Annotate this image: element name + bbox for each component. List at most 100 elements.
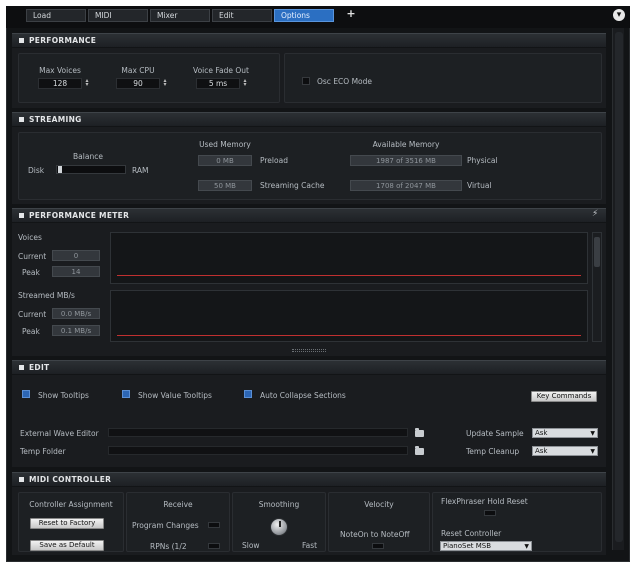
key-commands-button[interactable]: Key Commands xyxy=(531,391,597,402)
section-header-performance-meter[interactable]: PERFORMANCE METER xyxy=(12,208,606,222)
tab-midi[interactable]: MIDI xyxy=(88,9,148,22)
program-changes-toggle[interactable] xyxy=(208,522,220,528)
section-header-edit[interactable]: EDIT xyxy=(12,360,606,374)
controller-assignment-label: Controller Assignment xyxy=(29,500,113,509)
osc-eco-mode-checkbox[interactable] xyxy=(302,77,310,85)
show-tooltips-checkbox[interactable] xyxy=(22,390,30,398)
max-cpu-field[interactable]: 90 xyxy=(116,78,160,89)
tab-load[interactable]: Load xyxy=(26,9,86,22)
max-voices-spin-icon[interactable]: ▴ ▾ xyxy=(84,78,90,88)
streamed-current-label: Current xyxy=(18,310,47,319)
section-title: PERFORMANCE xyxy=(29,36,97,45)
collapse-icon[interactable] xyxy=(19,477,24,482)
note-on-to-note-off-toggle[interactable] xyxy=(372,543,384,549)
section-header-streaming[interactable]: STREAMING xyxy=(12,112,606,126)
auto-collapse-label: Auto Collapse Sections xyxy=(260,391,346,400)
voices-current-value: 0 xyxy=(52,250,100,261)
streamed-meter-line xyxy=(117,335,581,336)
add-tab-button[interactable]: + xyxy=(345,8,357,21)
virtual-memory-field: 1708 of 2047 MB xyxy=(350,180,462,191)
rpn-toggle[interactable] xyxy=(208,543,220,549)
section-title: MIDI CONTROLLER xyxy=(29,475,112,484)
streamed-current-value: 0.0 MB/s xyxy=(52,308,100,319)
preload-field[interactable]: 0 MB xyxy=(198,155,252,166)
virtual-label: Virtual xyxy=(467,181,492,190)
section-title: EDIT xyxy=(29,363,50,372)
show-value-tooltips-checkbox[interactable] xyxy=(122,390,130,398)
folder-icon[interactable] xyxy=(415,446,424,455)
collapse-icon[interactable] xyxy=(19,38,24,43)
reset-controller-select[interactable]: PianoSet MSB ▼ xyxy=(440,541,532,551)
external-wave-editor-label: External Wave Editor xyxy=(20,429,99,438)
max-voices-field[interactable]: 128 xyxy=(38,78,82,89)
receive-label: Receive xyxy=(163,500,193,509)
external-wave-editor-field[interactable] xyxy=(108,428,408,437)
reset-controller-label: Reset Controller xyxy=(441,529,502,538)
dropdown-arrow-icon: ▼ xyxy=(590,448,595,455)
rpn-label: RPNs (1/2 xyxy=(150,542,187,551)
section-title: STREAMING xyxy=(29,115,82,124)
used-memory-header: Used Memory xyxy=(199,140,251,149)
section-header-midi-controller[interactable]: MIDI CONTROLLER xyxy=(12,472,606,486)
flexphraser-hold-reset-label: FlexPhraser Hold Reset xyxy=(441,497,528,506)
voice-fade-out-spin-icon[interactable]: ▴ ▾ xyxy=(242,78,248,88)
program-changes-label: Program Changes xyxy=(132,521,199,530)
voice-fade-out-field[interactable]: 5 ms xyxy=(196,78,240,89)
resize-handle[interactable] xyxy=(292,349,326,352)
dropdown-arrow-icon: ▼ xyxy=(524,543,529,550)
show-tooltips-label: Show Tooltips xyxy=(38,391,89,400)
voices-meter-line xyxy=(117,275,581,276)
max-cpu-label: Max CPU xyxy=(121,66,155,75)
meter-scrollbar[interactable] xyxy=(592,232,602,342)
streamed-peak-value: 0.1 MB/s xyxy=(52,325,100,336)
update-sample-select[interactable]: Ask ▼ xyxy=(532,428,598,438)
voice-fade-out-label: Voice Fade Out xyxy=(193,66,249,75)
temp-folder-label: Temp Folder xyxy=(20,447,66,456)
streamed-peak-label: Peak xyxy=(22,327,40,336)
voices-label: Voices xyxy=(18,233,42,242)
balance-disk-label: Disk xyxy=(28,166,45,175)
section-header-performance[interactable]: PERFORMANCE xyxy=(12,33,606,47)
available-memory-header: Available Memory xyxy=(372,140,440,149)
physical-memory-field: 1987 of 3516 MB xyxy=(350,155,462,166)
meter-scrollbar-thumb[interactable] xyxy=(594,237,600,267)
save-as-default-button[interactable]: Save as Default xyxy=(30,540,104,551)
flexphraser-hold-reset-toggle[interactable] xyxy=(484,510,496,516)
temp-cleanup-label: Temp Cleanup xyxy=(466,447,520,456)
temp-cleanup-select[interactable]: Ask ▼ xyxy=(532,446,598,456)
voices-meter-graph xyxy=(110,232,588,284)
collapse-icon[interactable] xyxy=(19,117,24,122)
temp-folder-field[interactable] xyxy=(108,446,408,455)
preload-label: Preload xyxy=(260,156,288,165)
main-scrollbar[interactable] xyxy=(612,28,624,550)
balance-slider-handle[interactable] xyxy=(58,166,62,173)
voices-current-label: Current xyxy=(18,252,47,261)
smoothing-knob[interactable] xyxy=(270,518,288,536)
auto-collapse-checkbox[interactable] xyxy=(244,390,252,398)
collapse-icon[interactable] xyxy=(19,213,24,218)
streaming-cache-field[interactable]: 50 MB xyxy=(198,180,252,191)
update-sample-value: Ask xyxy=(535,429,548,437)
folder-icon[interactable] xyxy=(415,428,424,437)
update-sample-label: Update Sample xyxy=(466,429,524,438)
scrollbar-thumb[interactable] xyxy=(615,32,623,542)
tab-options[interactable]: Options xyxy=(274,9,334,22)
show-value-tooltips-label: Show Value Tooltips xyxy=(138,391,212,400)
balance-label: Balance xyxy=(73,152,103,161)
reset-to-factory-button[interactable]: Reset to Factory xyxy=(30,518,104,529)
smoothing-fast-label: Fast xyxy=(302,541,318,550)
balance-ram-label: RAM xyxy=(132,166,149,175)
lightning-icon[interactable]: ⚡ xyxy=(592,209,598,219)
tab-edit[interactable]: Edit xyxy=(212,9,272,22)
tab-mixer[interactable]: Mixer xyxy=(150,9,210,22)
reset-controller-value: PianoSet MSB xyxy=(443,542,492,550)
menu-circle-icon[interactable]: ▾ xyxy=(613,9,625,21)
physical-label: Physical xyxy=(467,156,498,165)
voices-peak-label: Peak xyxy=(22,268,40,277)
max-cpu-spin-icon[interactable]: ▴ ▾ xyxy=(162,78,168,88)
collapse-icon[interactable] xyxy=(19,365,24,370)
dropdown-arrow-icon: ▼ xyxy=(590,430,595,437)
balance-slider[interactable] xyxy=(56,165,126,174)
section-title: PERFORMANCE METER xyxy=(29,211,130,220)
velocity-label: Velocity xyxy=(364,500,394,509)
